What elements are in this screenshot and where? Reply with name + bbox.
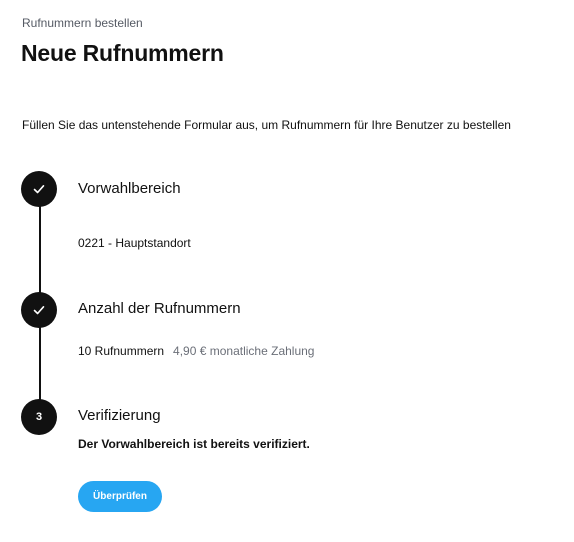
step-1-circle [21,171,57,207]
step-2-value: 10 Rufnummern [78,344,165,358]
page-title: Neue Rufnummern [21,40,224,66]
breadcrumb: Rufnummern bestellen [22,16,143,30]
check-icon [33,185,45,194]
step-3-circle: 3 [21,399,57,435]
step-3-title: Verifizierung [78,407,161,424]
step-2-title: Anzahl der Rufnummern [78,300,241,317]
step-3-message: Der Vorwahlbereich ist bereits verifizie… [78,437,310,451]
intro-text: Füllen Sie das untenstehende Formular au… [22,118,511,132]
step-2-circle [21,292,57,328]
step-1-value: 0221 - Hauptstandort [78,236,191,250]
step-2-detail: 4,90 € monatliche Zahlung [173,344,315,358]
check-icon [33,306,45,315]
verify-button[interactable]: Überprüfen [78,481,162,512]
step-1-title: Vorwahlbereich [78,180,181,197]
step-2-body: 10 Rufnummern 4,90 € monatliche Zahlung [78,344,314,358]
